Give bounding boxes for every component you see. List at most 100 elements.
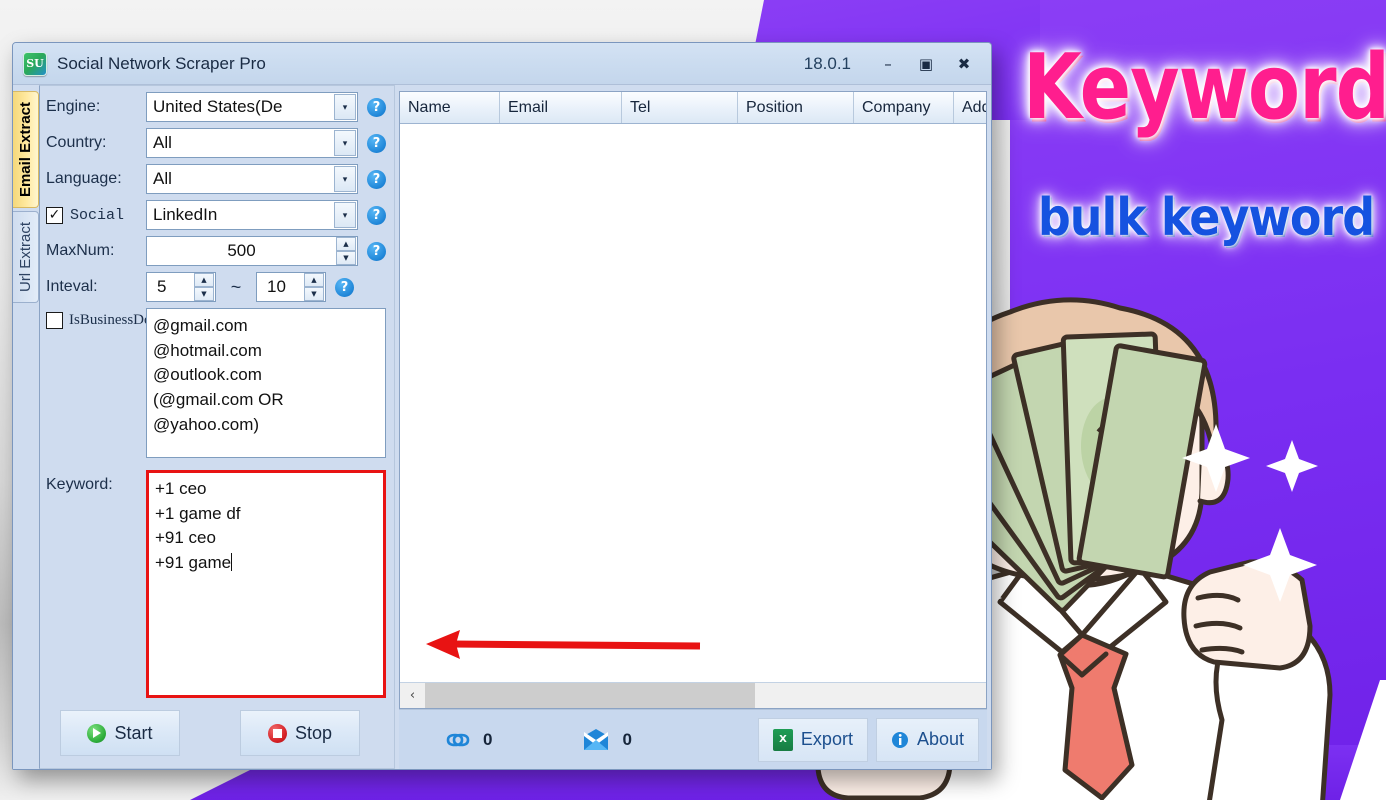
window-title: Social Network Scraper Pro	[57, 53, 266, 73]
maxnum-label: MaxNum:	[46, 242, 115, 259]
social-network-select[interactable]: LinkedIn ▾	[146, 200, 358, 230]
interval-to-value: 10	[267, 277, 286, 296]
interval-to-spin-arrows[interactable]: ▲ ▼	[304, 273, 324, 301]
maxnum-row: MaxNum: 500 ▲ ▼ ?	[46, 236, 386, 266]
chevron-down-icon[interactable]: ▾	[334, 94, 356, 120]
keyword-label: Keyword:	[46, 476, 113, 493]
status-bar: 0 0 X Export About	[399, 709, 987, 769]
is-business-domain-checkbox[interactable]	[46, 312, 63, 329]
promo-subtitle: bulk keyword	[1037, 186, 1375, 248]
maxnum-value: 500	[227, 241, 256, 260]
url-counter: 0	[445, 729, 492, 751]
email-count-value: 0	[622, 729, 632, 749]
export-button-label: Export	[800, 729, 853, 749]
spin-up-icon[interactable]: ▲	[304, 273, 324, 287]
social-network-value: LinkedIn	[153, 205, 218, 224]
spin-down-icon[interactable]: ▼	[304, 287, 324, 301]
tab-url-extract[interactable]: Url Extract	[13, 211, 39, 304]
country-select[interactable]: All ▾	[146, 128, 358, 158]
results-panel: Name Email Tel Position Company Add ‹	[395, 85, 991, 769]
spin-down-icon[interactable]: ▼	[336, 251, 356, 265]
column-header-company[interactable]: Company	[854, 92, 954, 123]
tab-email-extract[interactable]: Email Extract	[13, 91, 39, 209]
interval-help-icon[interactable]: ?	[335, 277, 354, 297]
language-help-icon[interactable]: ?	[367, 169, 386, 189]
application-window: Social Network Scraper Pro 18.0.1 – ▣ ✖ …	[12, 42, 992, 770]
scroll-left-icon[interactable]: ‹	[400, 683, 425, 708]
language-value: All	[153, 169, 172, 188]
play-icon	[87, 723, 107, 743]
excel-icon: X	[772, 728, 793, 751]
maxnum-stepper[interactable]: 500 ▲ ▼	[146, 236, 358, 266]
interval-to-stepper[interactable]: 10 ▲ ▼	[256, 272, 326, 302]
social-help-icon[interactable]: ?	[367, 205, 386, 225]
stop-icon	[267, 723, 287, 743]
maxnum-spin-arrows[interactable]: ▲ ▼	[336, 237, 356, 265]
social-checkbox[interactable]: ✓	[46, 206, 63, 224]
maxnum-help-icon[interactable]: ?	[367, 241, 386, 261]
window-body: Email Extract Url Extract Engine: United…	[13, 85, 991, 769]
settings-panel: Engine: United States(De ▾ ? Country: Al…	[39, 85, 701, 769]
maximize-button[interactable]: ▣	[907, 51, 945, 77]
interval-from-spin-arrows[interactable]: ▲ ▼	[194, 273, 214, 301]
domain-filter-textarea[interactable]: @gmail.com @hotmail.com @outlook.com (@g…	[146, 308, 386, 458]
engine-row: Engine: United States(De ▾ ?	[46, 92, 386, 122]
start-button[interactable]: Start	[60, 710, 180, 756]
link-icon	[446, 733, 470, 746]
column-header-position[interactable]: Position	[738, 92, 854, 123]
title-bar: Social Network Scraper Pro 18.0.1 – ▣ ✖	[13, 43, 991, 85]
interval-from-value: 5	[157, 277, 167, 296]
table-body	[400, 124, 986, 682]
mode-tab-strip: Email Extract Url Extract	[13, 85, 39, 769]
column-header-name[interactable]: Name	[400, 92, 500, 123]
stop-button-label: Stop	[294, 722, 333, 743]
interval-label: Inteval:	[46, 278, 98, 295]
chevron-down-icon[interactable]: ▾	[334, 202, 356, 228]
country-help-icon[interactable]: ?	[367, 133, 386, 153]
interval-row: Inteval: 5 ▲ ▼ ~ 10 ▲ ▼ ?	[46, 272, 386, 302]
language-label: Language:	[46, 170, 122, 187]
language-row: Language: All ▾ ?	[46, 164, 386, 194]
is-business-domain-label: IsBusinessDomain	[69, 312, 182, 328]
spin-down-icon[interactable]: ▼	[194, 287, 214, 301]
spin-up-icon[interactable]: ▲	[194, 273, 214, 287]
social-label: Social	[70, 206, 125, 224]
scrollbar-track[interactable]	[755, 683, 986, 708]
country-row: Country: All ▾ ?	[46, 128, 386, 158]
spin-up-icon[interactable]: ▲	[336, 237, 356, 251]
social-label-group: ✓ Social	[46, 206, 146, 224]
minimize-button[interactable]: –	[869, 51, 907, 77]
email-counter: 0	[582, 728, 632, 751]
business-domain-row: IsBusinessDomain @gmail.com @hotmail.com…	[46, 308, 386, 458]
column-header-tel[interactable]: Tel	[622, 92, 738, 123]
chevron-down-icon[interactable]: ▾	[334, 130, 356, 156]
engine-value: United States(De	[153, 97, 283, 116]
engine-select[interactable]: United States(De ▾	[146, 92, 358, 122]
results-table[interactable]: Name Email Tel Position Company Add ‹	[399, 91, 987, 709]
column-header-address[interactable]: Add	[954, 92, 986, 123]
version-label: 18.0.1	[803, 53, 851, 73]
app-logo-icon	[23, 51, 47, 76]
start-button-label: Start	[114, 722, 153, 743]
country-value: All	[153, 133, 172, 152]
info-icon	[891, 731, 908, 748]
about-button[interactable]: About	[875, 717, 979, 762]
engine-help-icon[interactable]: ?	[367, 97, 386, 117]
keyword-textarea[interactable]: +1 ceo +1 game df +91 ceo +91 game	[146, 470, 386, 698]
chevron-down-icon[interactable]: ▾	[334, 166, 356, 192]
language-select[interactable]: All ▾	[146, 164, 358, 194]
horizontal-scrollbar[interactable]: ‹	[400, 682, 986, 708]
scrollbar-thumb[interactable]	[425, 683, 755, 708]
export-button[interactable]: X Export	[757, 717, 868, 762]
close-button[interactable]: ✖	[945, 51, 983, 77]
engine-label: Engine:	[46, 98, 101, 115]
envelope-icon	[584, 728, 609, 750]
promo-headline: Keyword	[1023, 33, 1390, 140]
text-cursor	[231, 552, 233, 571]
stop-button[interactable]: Stop	[240, 710, 360, 756]
screenshot-stage: Keyword bulk keyword SU Social Network S…	[0, 0, 1400, 800]
country-label: Country:	[46, 134, 107, 151]
interval-from-stepper[interactable]: 5 ▲ ▼	[146, 272, 216, 302]
interval-separator: ~	[230, 276, 242, 297]
column-header-email[interactable]: Email	[500, 92, 622, 123]
